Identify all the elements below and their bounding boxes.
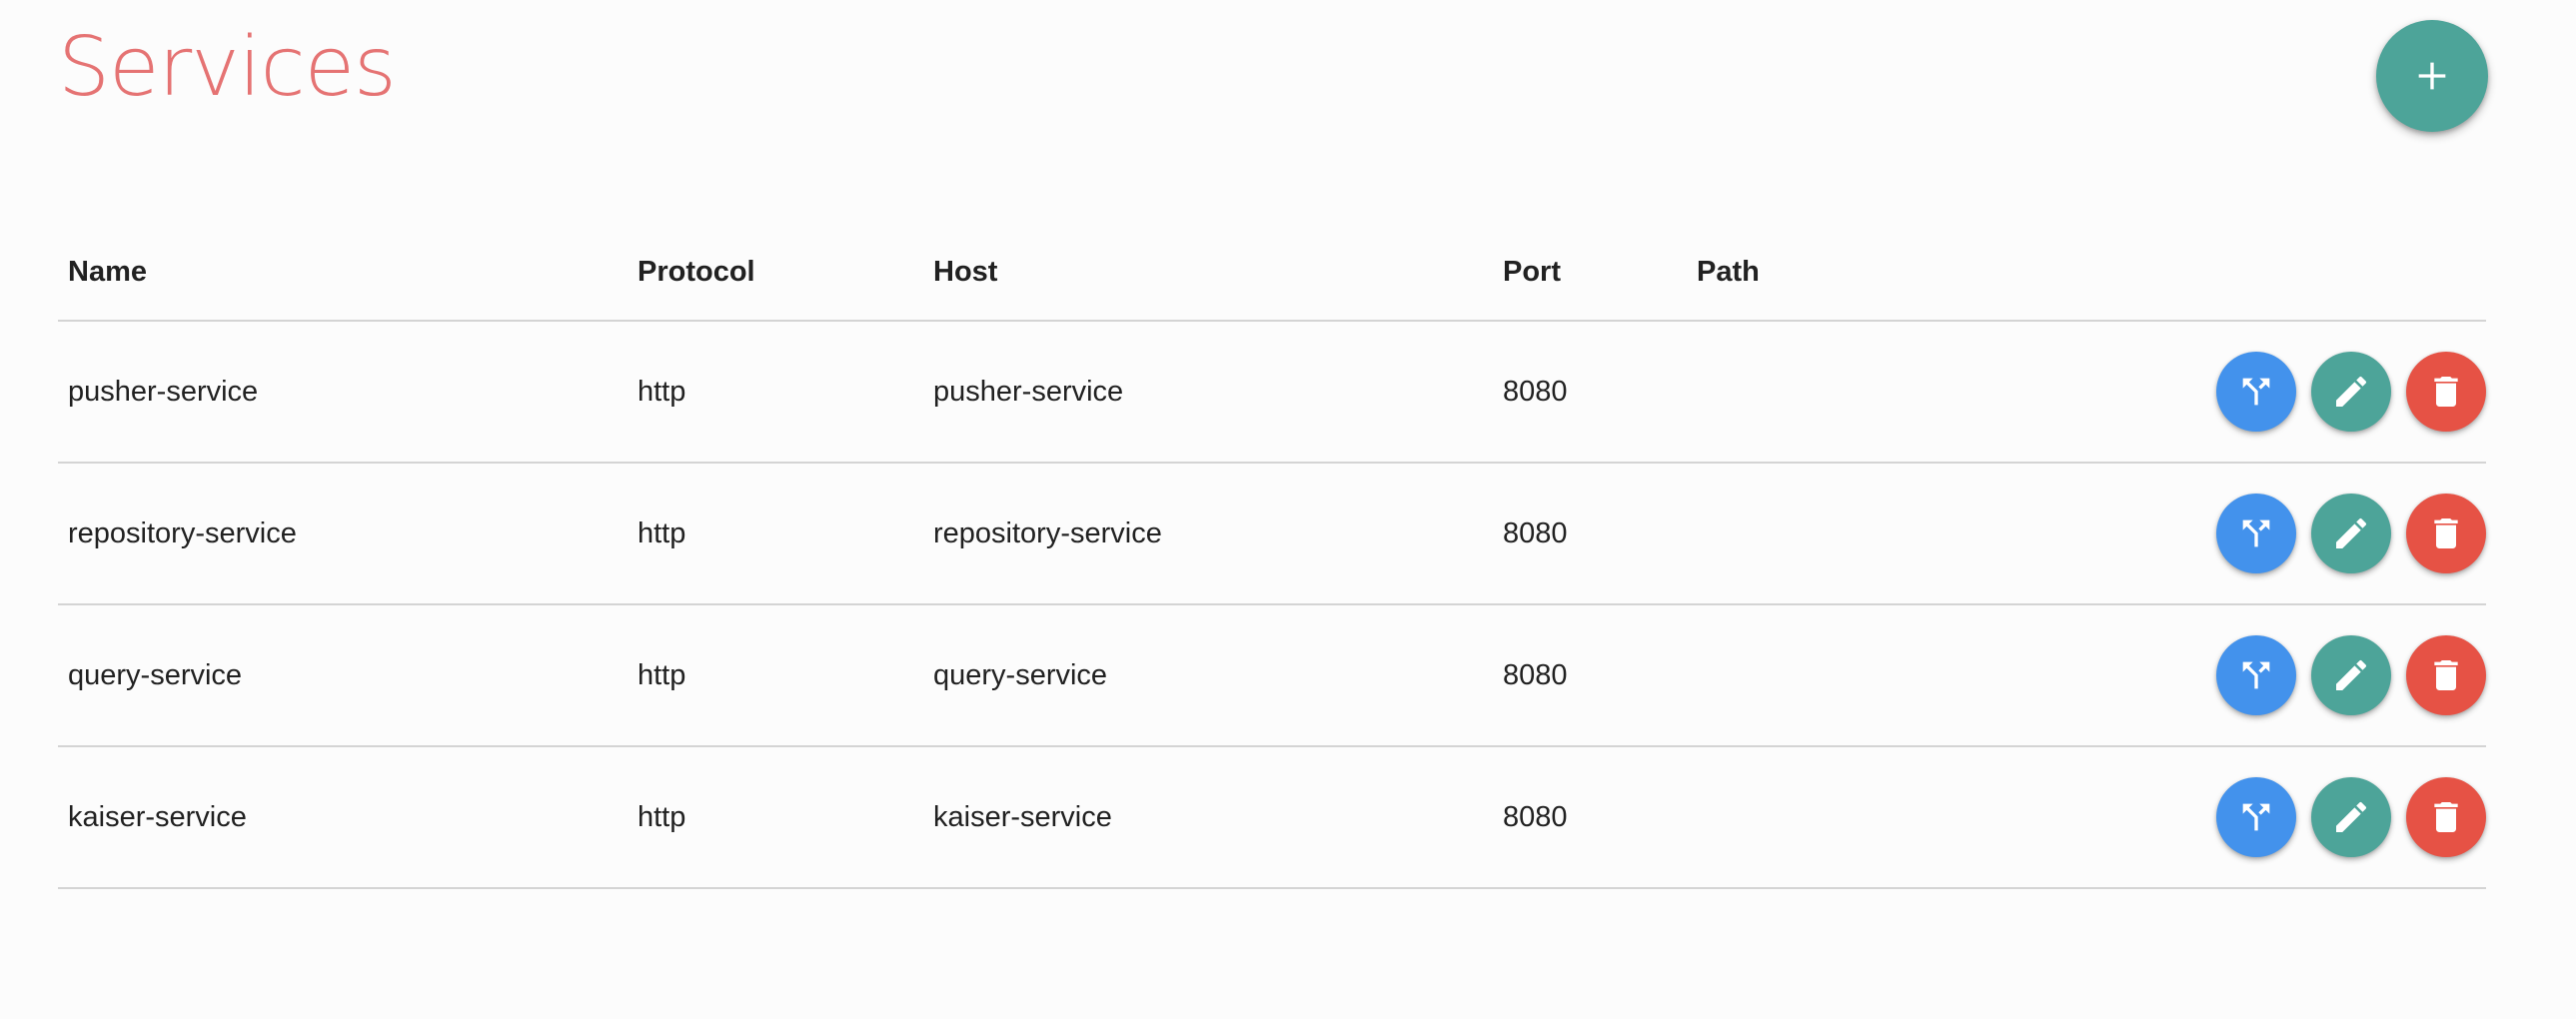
service-host: query-service bbox=[923, 604, 1493, 747]
service-port: 8080 bbox=[1493, 604, 1687, 747]
table-header-row: Name Protocol Host Port Path bbox=[58, 225, 2486, 322]
page-title: Services bbox=[58, 20, 397, 115]
edit-button[interactable] bbox=[2310, 494, 2391, 573]
service-host: repository-service bbox=[923, 463, 1493, 605]
call-split-icon bbox=[2242, 519, 2270, 547]
pencil-icon bbox=[2335, 659, 2366, 690]
row-actions bbox=[2186, 604, 2486, 747]
trash-icon bbox=[2434, 802, 2458, 832]
delete-button[interactable] bbox=[2406, 777, 2486, 857]
service-path bbox=[1687, 604, 2186, 747]
row-actions bbox=[2186, 321, 2486, 464]
delete-button[interactable] bbox=[2406, 494, 2486, 573]
trash-icon bbox=[2434, 660, 2458, 690]
service-path bbox=[1687, 463, 2186, 605]
column-header-name: Name bbox=[58, 225, 628, 322]
call-split-icon bbox=[2242, 378, 2270, 406]
service-port: 8080 bbox=[1493, 463, 1687, 605]
add-service-button[interactable] bbox=[2376, 20, 2488, 132]
service-port: 8080 bbox=[1493, 746, 1687, 889]
service-name: pusher-service bbox=[58, 321, 628, 464]
row-actions bbox=[2186, 746, 2486, 889]
table-row: kaiser-service http kaiser-service 8080 bbox=[58, 746, 2486, 889]
column-header-protocol: Protocol bbox=[628, 225, 923, 322]
service-protocol: http bbox=[628, 746, 923, 889]
service-name: query-service bbox=[58, 604, 628, 747]
pencil-icon bbox=[2335, 801, 2366, 832]
table-row: repository-service http repository-servi… bbox=[58, 463, 2486, 605]
column-header-host: Host bbox=[923, 225, 1493, 322]
edit-button[interactable] bbox=[2310, 352, 2391, 432]
delete-button[interactable] bbox=[2406, 635, 2486, 715]
service-path bbox=[1687, 321, 2186, 464]
routes-button[interactable] bbox=[2215, 352, 2296, 432]
service-host: pusher-service bbox=[923, 321, 1493, 464]
routes-button[interactable] bbox=[2215, 777, 2296, 857]
column-header-port: Port bbox=[1493, 225, 1687, 322]
row-actions bbox=[2186, 463, 2486, 605]
trash-icon bbox=[2434, 377, 2458, 407]
service-name: repository-service bbox=[58, 463, 628, 605]
pencil-icon bbox=[2335, 517, 2366, 548]
edit-button[interactable] bbox=[2310, 635, 2391, 715]
plus-icon bbox=[2418, 62, 2446, 90]
delete-button[interactable] bbox=[2406, 352, 2486, 432]
routes-button[interactable] bbox=[2215, 494, 2296, 573]
service-protocol: http bbox=[628, 463, 923, 605]
pencil-icon bbox=[2335, 376, 2366, 407]
trash-icon bbox=[2434, 518, 2458, 548]
services-page: Services Name Protocol Host Port Path pu… bbox=[0, 0, 2576, 1019]
table-row: pusher-service http pusher-service 8080 bbox=[58, 321, 2486, 464]
table-row: query-service http query-service 8080 bbox=[58, 604, 2486, 747]
call-split-icon bbox=[2242, 661, 2270, 689]
service-path bbox=[1687, 746, 2186, 889]
service-host: kaiser-service bbox=[923, 746, 1493, 889]
service-port: 8080 bbox=[1493, 321, 1687, 464]
call-split-icon bbox=[2242, 803, 2270, 831]
service-protocol: http bbox=[628, 604, 923, 747]
service-protocol: http bbox=[628, 321, 923, 464]
services-table: Name Protocol Host Port Path pusher-serv… bbox=[58, 225, 2486, 889]
service-name: kaiser-service bbox=[58, 746, 628, 889]
routes-button[interactable] bbox=[2215, 635, 2296, 715]
column-header-path: Path bbox=[1687, 225, 2186, 322]
column-header-actions bbox=[2186, 225, 2486, 322]
edit-button[interactable] bbox=[2310, 777, 2391, 857]
